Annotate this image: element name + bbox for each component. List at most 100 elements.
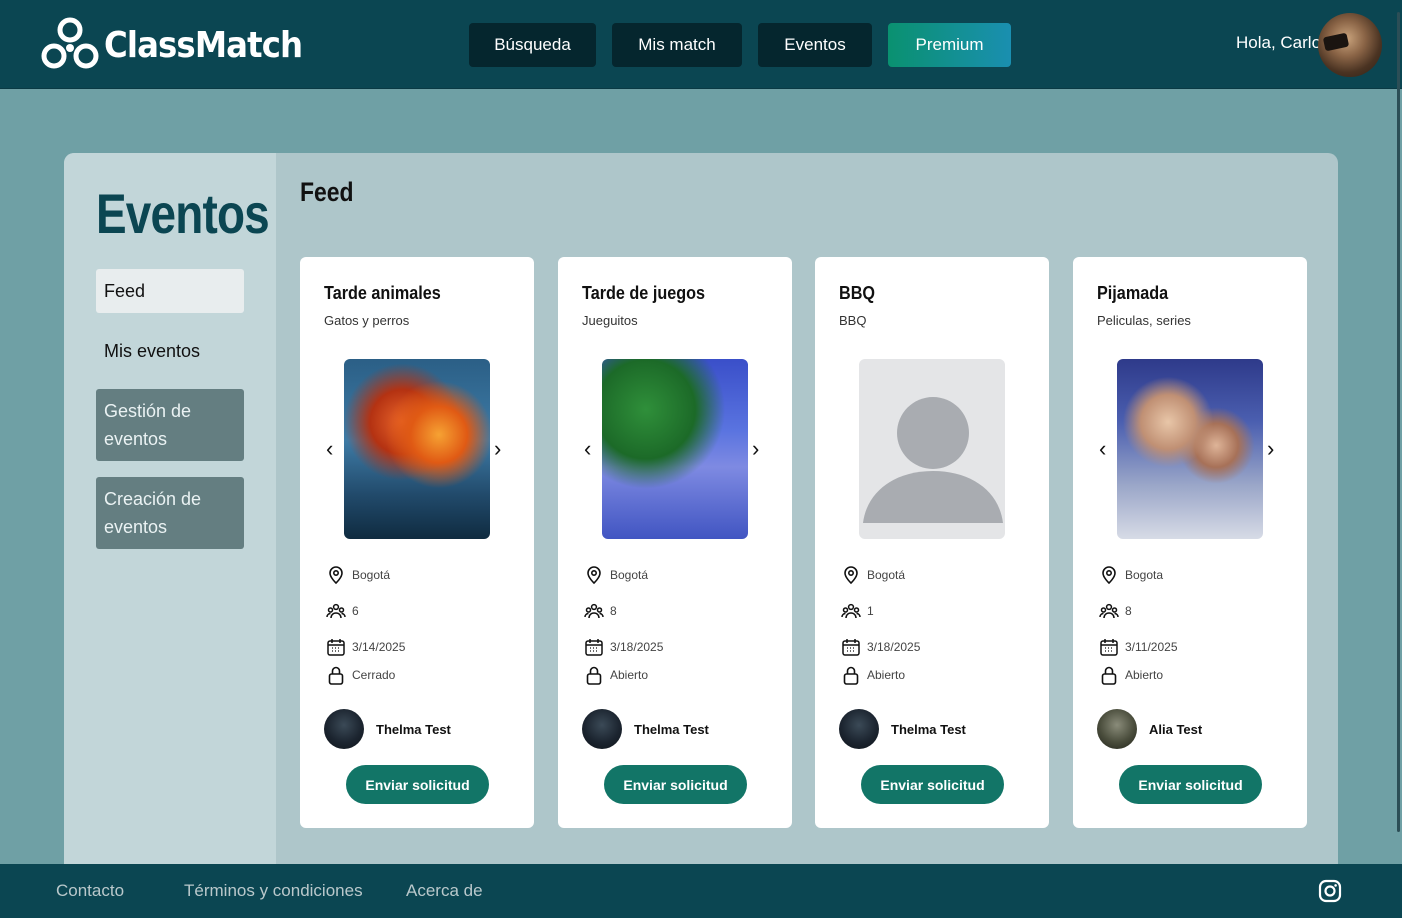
event-card: BBQ BBQ Bogotá 1 3/18/2025 Abierto Thelm… [815, 257, 1049, 828]
lock-icon [1101, 666, 1117, 685]
event-city: Bogotá [867, 568, 906, 582]
event-status-text: Abierto [1125, 668, 1164, 682]
event-owner[interactable]: Thelma Test [324, 709, 451, 749]
event-people: 8 [584, 601, 617, 621]
event-date: 3/18/2025 [841, 637, 920, 657]
event-people-count: 8 [610, 604, 617, 618]
chevron-right-icon[interactable]: › [1267, 438, 1281, 460]
location-pin-icon [329, 566, 343, 585]
owner-avatar [1097, 709, 1137, 749]
event-title: Tarde de juegos [582, 283, 706, 303]
event-card: Tarde animales Gatos y perros ‹ › Bogotá… [300, 257, 534, 828]
chevron-right-icon[interactable]: › [752, 438, 766, 460]
logo-icon [41, 17, 99, 69]
event-location: Bogota [1099, 565, 1163, 585]
event-date-text: 3/14/2025 [352, 640, 406, 654]
send-request-button[interactable]: Enviar solicitud [346, 765, 489, 804]
group-icon [326, 603, 346, 619]
event-owner[interactable]: Alia Test [1097, 709, 1202, 749]
location-pin-icon [844, 566, 858, 585]
chevron-left-icon[interactable]: ‹ [326, 438, 340, 460]
footer-link-terminos[interactable]: Términos y condiciones [184, 881, 363, 901]
instagram-icon[interactable] [1318, 879, 1342, 903]
footer: Contacto Términos y condiciones Acerca d… [0, 864, 1402, 918]
event-status: Abierto [584, 665, 648, 685]
event-people: 1 [841, 601, 874, 621]
event-date: 3/14/2025 [326, 637, 405, 657]
calendar-icon [1100, 639, 1118, 656]
sidebar-item-label: Creación de eventos [104, 489, 202, 537]
logo-text: ClassMatch [104, 24, 303, 66]
nav-eventos-button[interactable]: Eventos [758, 23, 872, 67]
event-status: Cerrado [326, 665, 395, 685]
page-scrollbar[interactable] [1397, 12, 1400, 832]
location-pin-icon [587, 566, 601, 585]
event-title: Tarde animales [324, 283, 441, 303]
footer-link-contacto[interactable]: Contacto [56, 881, 124, 901]
calendar-icon [585, 639, 603, 656]
calendar-icon [327, 639, 345, 656]
event-status: Abierto [841, 665, 905, 685]
user-greeting: Hola, Carlos [1236, 33, 1330, 52]
event-image-placeholder [859, 359, 1005, 539]
owner-avatar [324, 709, 364, 749]
event-people-count: 1 [867, 604, 874, 618]
owner-avatar [582, 709, 622, 749]
nav-premium-button[interactable]: Premium [888, 23, 1011, 67]
event-owner[interactable]: Thelma Test [582, 709, 709, 749]
send-request-button[interactable]: Enviar solicitud [1119, 765, 1262, 804]
group-icon [1099, 603, 1119, 619]
owner-name: Alia Test [1149, 721, 1203, 737]
event-subtitle: BBQ [839, 313, 867, 328]
event-date-text: 3/11/2025 [1125, 640, 1178, 654]
event-location: Bogotá [841, 565, 905, 585]
sidebar-title: Eventos [96, 182, 270, 245]
event-people-count: 6 [352, 604, 359, 618]
nav-mis-match-button[interactable]: Mis match [612, 23, 742, 67]
event-date-text: 3/18/2025 [867, 640, 921, 654]
nav-busqueda-button[interactable]: Búsqueda [469, 23, 596, 67]
owner-avatar [839, 709, 879, 749]
send-request-button[interactable]: Enviar solicitud [604, 765, 747, 804]
event-image [602, 359, 748, 539]
top-header: ClassMatch Búsqueda Mis match Eventos Pr… [0, 0, 1402, 89]
event-city: Bogota [1125, 568, 1164, 582]
feed-title: Feed [300, 177, 354, 207]
sidebar-item-creacion-eventos[interactable]: Creación de eventos [96, 477, 244, 549]
event-subtitle: Gatos y perros [324, 313, 410, 328]
event-people: 6 [326, 601, 359, 621]
event-subtitle: Jueguitos [582, 313, 638, 328]
sidebar: Eventos Feed Mis eventos Gestión de even… [64, 153, 276, 864]
lock-icon [843, 666, 859, 685]
chevron-left-icon[interactable]: ‹ [584, 438, 598, 460]
event-status-text: Abierto [867, 668, 906, 682]
event-owner[interactable]: Thelma Test [839, 709, 966, 749]
user-silhouette-icon [863, 397, 1003, 523]
sidebar-item-gestion-eventos[interactable]: Gestión de eventos [96, 389, 244, 461]
sidebar-item-feed[interactable]: Feed [96, 269, 244, 313]
event-location: Bogotá [584, 565, 648, 585]
event-location: Bogotá [326, 565, 390, 585]
app-logo[interactable]: ClassMatch [40, 16, 324, 74]
sidebar-item-label: Feed [104, 280, 146, 301]
event-date: 3/11/2025 [1099, 637, 1178, 657]
owner-name: Thelma Test [376, 721, 451, 737]
event-card: Pijamada Peliculas, series ‹ › Bogota 8 … [1073, 257, 1307, 828]
main-panel: Eventos Feed Mis eventos Gestión de even… [64, 153, 1338, 864]
send-request-button[interactable]: Enviar solicitud [861, 765, 1004, 804]
lock-icon [586, 666, 602, 685]
chevron-left-icon[interactable]: ‹ [1099, 438, 1113, 460]
event-people: 8 [1099, 601, 1132, 621]
group-icon [841, 603, 861, 619]
event-status-text: Cerrado [352, 668, 396, 682]
calendar-icon [842, 639, 860, 656]
event-image [1117, 359, 1263, 539]
footer-link-acerca[interactable]: Acerca de [406, 881, 483, 901]
lock-icon [328, 666, 344, 685]
sidebar-item-mis-eventos[interactable]: Mis eventos [96, 329, 244, 373]
event-city: Bogotá [352, 568, 391, 582]
event-subtitle: Peliculas, series [1097, 313, 1191, 328]
chevron-right-icon[interactable]: › [494, 438, 508, 460]
user-avatar[interactable] [1318, 13, 1382, 77]
event-date-text: 3/18/2025 [610, 640, 664, 654]
